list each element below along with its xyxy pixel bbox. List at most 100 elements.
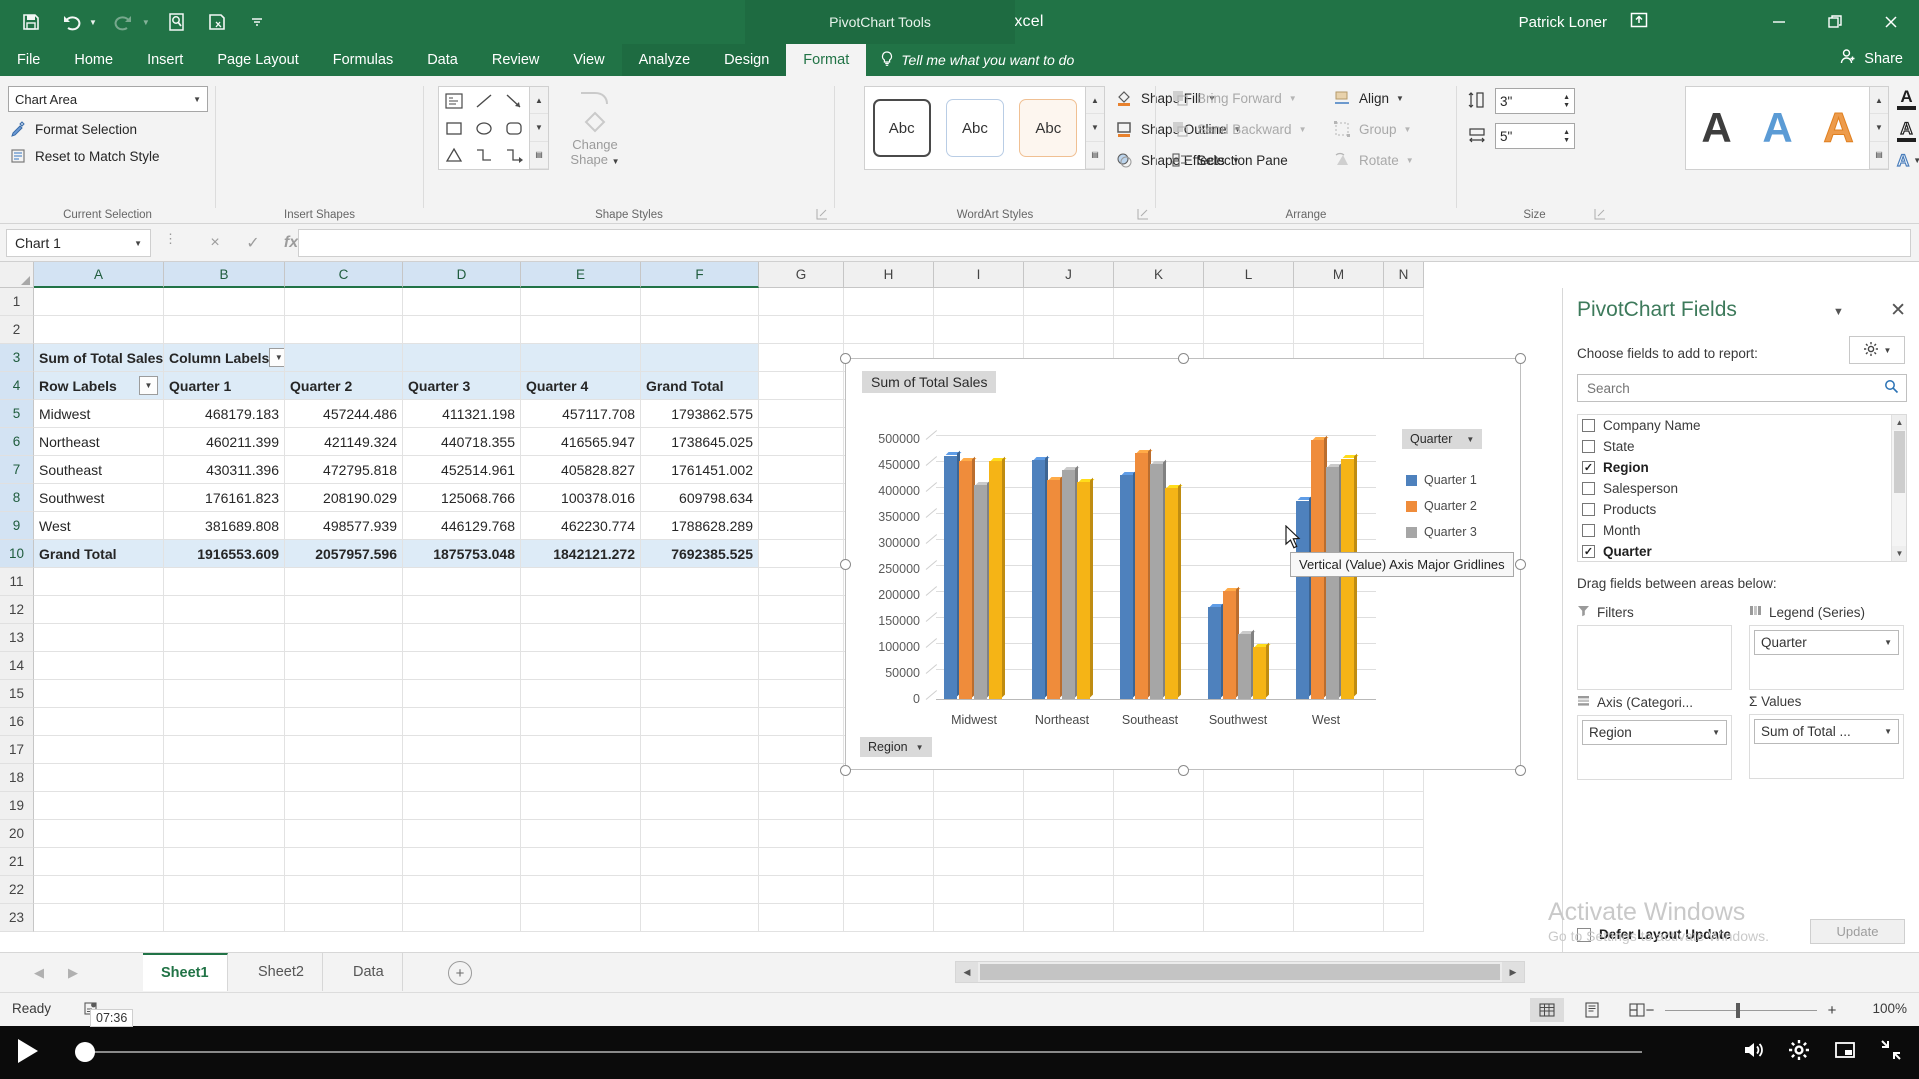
row-header-9[interactable]: 9 [0, 512, 34, 540]
row-header-6[interactable]: 6 [0, 428, 34, 456]
cell-E14[interactable] [521, 652, 641, 680]
cell-E23[interactable] [521, 904, 641, 932]
cell-I2[interactable] [934, 316, 1024, 344]
zone-legend[interactable]: Legend (Series) Quarter ▼ [1749, 604, 1904, 690]
cell-G10[interactable] [759, 540, 844, 568]
column-labels-filter-button[interactable]: ▼ [269, 348, 284, 367]
cell-D5[interactable]: 411321.198 [403, 400, 521, 428]
row-header-4[interactable]: 4 [0, 372, 34, 400]
cell-C14[interactable] [285, 652, 403, 680]
wordart-option-1[interactable]: A [1701, 107, 1731, 149]
x-axis-category-label[interactable]: Northeast [1035, 713, 1089, 727]
cell-G2[interactable] [759, 316, 844, 344]
chart-bar[interactable] [1077, 477, 1095, 699]
field-pill-sum-of-total-sales[interactable]: Sum of Total ... ▼ [1754, 719, 1899, 744]
field-item-state[interactable]: State [1578, 436, 1906, 457]
gear-icon[interactable] [1787, 1038, 1811, 1062]
cell-G18[interactable] [759, 764, 844, 792]
row-header-7[interactable]: 7 [0, 456, 34, 484]
restore-button[interactable] [1807, 0, 1863, 44]
cell-B11[interactable] [164, 568, 285, 596]
cell-B10[interactable]: 1916553.609 [164, 540, 285, 568]
chart-bar[interactable] [1062, 465, 1080, 699]
chart-bar[interactable] [1238, 629, 1256, 699]
wordart-option-3[interactable]: A [1823, 106, 1854, 149]
field-item-month[interactable]: Month [1578, 520, 1906, 541]
cell-H23[interactable] [844, 904, 934, 932]
zone-axis[interactable]: Axis (Categori... Region ▼ [1577, 694, 1732, 780]
cell-G5[interactable] [759, 400, 844, 428]
row-header-16[interactable]: 16 [0, 708, 34, 736]
tell-me-box[interactable]: Tell me what you want to do [866, 44, 1088, 76]
column-header-I[interactable]: I [934, 262, 1024, 288]
cell-B1[interactable] [164, 288, 285, 316]
tab-formulas[interactable]: Formulas [316, 44, 410, 76]
cell-K2[interactable] [1114, 316, 1204, 344]
cell-A12[interactable] [34, 596, 164, 624]
value-axis-baseline[interactable] [936, 699, 1376, 700]
cell-M2[interactable] [1294, 316, 1384, 344]
cell-E7[interactable]: 405828.827 [521, 456, 641, 484]
zoom-in-button[interactable]: + [1823, 1002, 1841, 1019]
cell-G9[interactable] [759, 512, 844, 540]
cell-E15[interactable] [521, 680, 641, 708]
cell-B13[interactable] [164, 624, 285, 652]
scrollbar-thumb[interactable] [1894, 431, 1905, 493]
cell-F18[interactable] [641, 764, 759, 792]
row-header-23[interactable]: 23 [0, 904, 34, 932]
cell-B12[interactable] [164, 596, 285, 624]
field-checkbox[interactable]: ✓ [1582, 545, 1595, 558]
cell-D18[interactable] [403, 764, 521, 792]
cell-C18[interactable] [285, 764, 403, 792]
formula-input[interactable] [298, 229, 1911, 257]
field-list-scrollbar[interactable]: ▲ ▼ [1891, 415, 1906, 561]
zone-filters[interactable]: Filters [1577, 604, 1732, 690]
chart-bar[interactable] [1223, 586, 1241, 699]
resize-handle-w[interactable] [840, 559, 851, 570]
cell-E18[interactable] [521, 764, 641, 792]
cell-D3[interactable] [403, 344, 521, 372]
cell-G17[interactable] [759, 736, 844, 764]
resize-handle-nw[interactable] [840, 353, 851, 364]
cell-I22[interactable] [934, 876, 1024, 904]
cell-E8[interactable]: 100378.016 [521, 484, 641, 512]
share-button[interactable]: Share [1840, 48, 1903, 69]
video-progress-thumb[interactable] [75, 1042, 95, 1062]
cell-B21[interactable] [164, 848, 285, 876]
field-checkbox[interactable] [1582, 524, 1595, 537]
cell-B17[interactable] [164, 736, 285, 764]
row-header-22[interactable]: 22 [0, 876, 34, 904]
name-box[interactable]: Chart 1 ▼ [6, 229, 151, 257]
cell-D13[interactable] [403, 624, 521, 652]
zone-filters-body[interactable] [1577, 625, 1732, 690]
cell-G11[interactable] [759, 568, 844, 596]
ribbon-display-options-icon[interactable] [1629, 10, 1649, 34]
chevron-down-icon[interactable]: ▼ [1712, 728, 1720, 737]
cell-F19[interactable] [641, 792, 759, 820]
column-header-E[interactable]: E [521, 262, 641, 288]
cell-B9[interactable]: 381689.808 [164, 512, 285, 540]
chevron-down-icon[interactable]: ▼ [1884, 638, 1892, 647]
cell-C9[interactable]: 498577.939 [285, 512, 403, 540]
row-labels-filter-button[interactable]: ▼ [139, 376, 158, 395]
cell-G3[interactable] [759, 344, 844, 372]
cell-A21[interactable] [34, 848, 164, 876]
cell-L23[interactable] [1204, 904, 1294, 932]
cell-B6[interactable]: 460211.399 [164, 428, 285, 456]
previous-sheet-icon[interactable]: ◀ [28, 963, 50, 983]
cell-D19[interactable] [403, 792, 521, 820]
cell-D7[interactable]: 452514.961 [403, 456, 521, 484]
cell-K20[interactable] [1114, 820, 1204, 848]
row-header-18[interactable]: 18 [0, 764, 34, 792]
field-item-salesperson[interactable]: Salesperson [1578, 478, 1906, 499]
cell-F11[interactable] [641, 568, 759, 596]
close-icon[interactable]: ✕ [1890, 299, 1906, 322]
resize-handle-ne[interactable] [1515, 353, 1526, 364]
legend-entry[interactable]: Quarter 3 [1406, 519, 1506, 545]
account-name[interactable]: Patrick Loner [1519, 14, 1607, 31]
cell-A11[interactable] [34, 568, 164, 596]
cell-A18[interactable] [34, 764, 164, 792]
cell-F8[interactable]: 609798.634 [641, 484, 759, 512]
cell-F9[interactable]: 1788628.289 [641, 512, 759, 540]
cell-C1[interactable] [285, 288, 403, 316]
